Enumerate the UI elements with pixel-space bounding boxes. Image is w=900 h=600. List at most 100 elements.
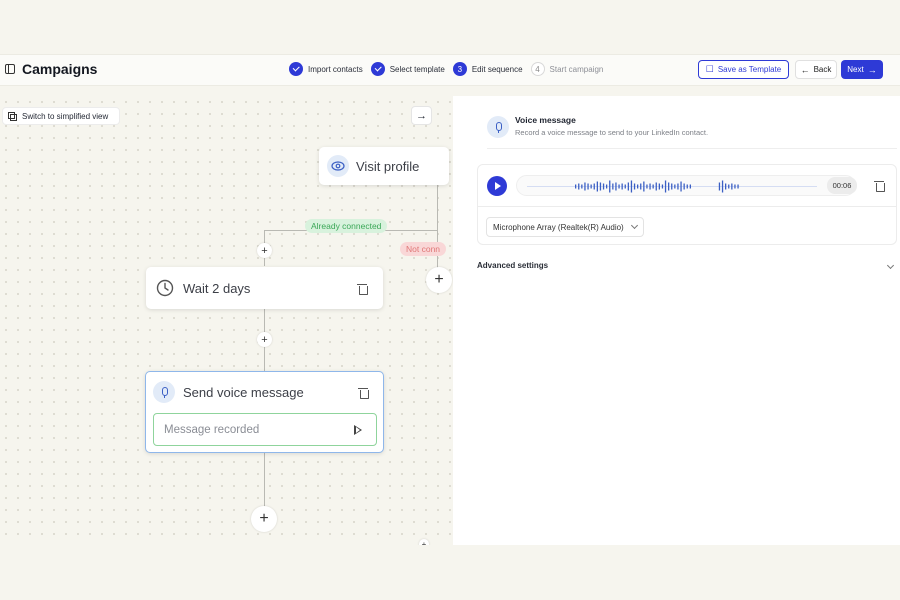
waveform-bar [652,184,654,189]
waveform-bar [599,182,602,191]
next-label: Next [847,65,864,74]
waveform-bar [686,184,688,189]
add-step-button[interactable]: + [257,243,272,258]
switch-view-label: Switch to simplified view [22,111,109,121]
save-as-template-button[interactable]: ☐ Save as Template [698,60,789,79]
chevron-down-icon [886,261,895,270]
advanced-settings-label: Advanced settings [477,261,549,270]
save-as-template-label: Save as Template [717,65,782,74]
trash-icon[interactable] [358,387,369,399]
trash-icon[interactable] [357,283,368,295]
panel-header: Voice message Record a voice message to … [487,111,897,149]
waveform-bar [621,183,623,190]
add-step-button[interactable]: + [251,506,277,532]
back-button[interactable]: ← Back [795,60,837,79]
play-icon[interactable] [354,425,362,435]
panel-title: Voice message [515,115,576,125]
microphone-icon [487,116,509,138]
page-title: Campaigns [22,61,98,77]
waveform-bar [721,180,724,193]
arrow-right-icon: → [416,109,427,122]
waveform-bar [633,183,636,190]
waveform-graphic [527,180,817,193]
visit-profile-node[interactable]: Visit profile [319,147,449,185]
waveform-bar [609,180,611,193]
collapse-panel-button[interactable]: → [411,106,432,125]
arrow-right-icon: → [867,64,877,75]
waveform-bar [728,184,730,189]
stepper: Import contacts Select template 3 Edit s… [289,62,611,76]
microphone-select-value: Microphone Array (Realtek(R) Audio) [493,222,624,232]
sidebar-toggle-icon[interactable] [5,64,15,74]
switch-view-icon [8,111,17,121]
waveform-bar [668,182,670,191]
wait-node[interactable]: Wait 2 days [146,267,383,309]
microphone-select[interactable]: Microphone Array (Realtek(R) Audio) [486,217,644,237]
waveform-bar [677,183,679,190]
check-icon [370,62,385,76]
add-step-button[interactable]: + [426,267,452,293]
already-connected-badge: Already connected [305,219,388,233]
waveform-bar [737,184,739,189]
advanced-settings-toggle[interactable]: Advanced settings [477,261,897,270]
step-select-template[interactable]: Select template [370,62,445,76]
step-details-panel: Voice message Record a voice message to … [453,96,900,545]
sequence-canvas[interactable]: Switch to simplified view → Visit profil… [0,96,453,545]
waveform-bar [689,184,691,189]
clock-icon [156,279,174,297]
waveform-bar [615,182,617,191]
waveform-bar [606,184,608,189]
plus-icon: + [259,510,269,527]
delete-recording-icon[interactable] [874,180,885,192]
top-bar: Campaigns Import contacts Select templat… [0,54,900,86]
plus-icon: + [434,271,444,288]
node-title: Send voice message [183,385,304,400]
audio-waveform[interactable] [516,175,856,196]
audio-player-card: 00:06 Microphone Array (Realtek(R) Audio… [477,164,897,245]
arrow-left-icon: ← [800,64,810,75]
waveform-bar [658,183,660,190]
audio-duration: 00:06 [827,177,857,194]
waveform-bar [734,184,736,189]
waveform-bar [627,182,629,191]
next-button[interactable]: Next → [841,60,883,79]
waveform-bar [578,183,580,190]
not-connected-badge: Not conn [400,242,447,256]
step-label: Import contacts [308,64,363,74]
add-step-button[interactable]: + [257,332,272,347]
waveform-bar [725,183,727,190]
play-icon [495,182,501,190]
waveform-bar [590,184,592,189]
step-number: 4 [530,62,545,76]
add-step-button[interactable]: + [419,539,429,545]
waveform-bar [618,184,620,189]
waveform-bar [624,184,626,189]
step-label: Start campaign [549,64,604,74]
waveform-bar [602,183,605,190]
chevron-down-icon [630,221,638,230]
waveform-bar [587,183,589,190]
check-icon [289,62,303,76]
plus-icon: + [261,333,268,346]
send-voice-message-node[interactable]: Send voice message Message recorded [145,371,384,453]
switch-simplified-view-button[interactable]: Switch to simplified view [2,107,120,125]
step-number: 3 [452,62,467,76]
waveform-bar [596,181,598,192]
waveform-bar [593,183,595,190]
eye-icon [327,155,349,177]
waveform-bar [581,184,583,189]
waveform-bar [683,183,685,190]
step-label: Edit sequence [471,64,523,74]
waveform-bar [649,183,651,190]
waveform-bar [661,184,664,189]
waveform-bar [655,182,657,191]
message-recorded-field[interactable]: Message recorded [153,413,377,446]
step-edit-sequence[interactable]: 3 Edit sequence [452,62,523,76]
step-start-campaign[interactable]: 4 Start campaign [530,62,604,76]
waveform-bar [718,182,721,191]
plus-icon: + [421,539,427,546]
play-button[interactable] [487,176,507,196]
waveform-bar [731,183,733,190]
step-import-contacts[interactable]: Import contacts [289,62,363,76]
back-label: Back [813,65,832,74]
